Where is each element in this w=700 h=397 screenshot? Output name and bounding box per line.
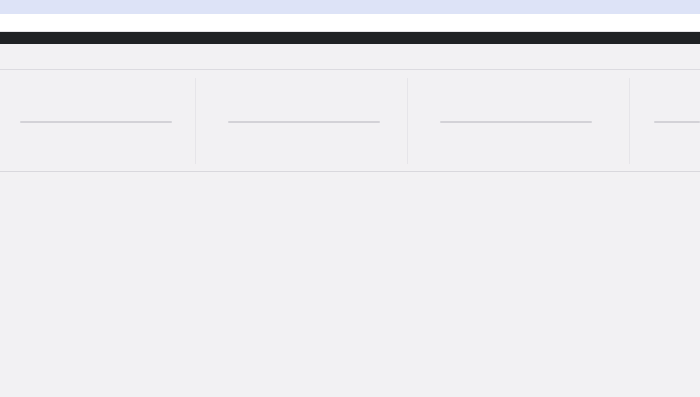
footer-left-text[interactable] bbox=[6, 386, 76, 394]
panel-1[interactable] bbox=[0, 70, 196, 171]
browser-top-right-text bbox=[572, 2, 692, 12]
panel-rule bbox=[440, 121, 592, 123]
nav-right-items[interactable] bbox=[580, 33, 690, 43]
panel-3[interactable] bbox=[408, 70, 630, 171]
panel-label bbox=[276, 90, 326, 104]
browser-tab[interactable] bbox=[0, 2, 12, 12]
panel-4[interactable] bbox=[630, 70, 700, 171]
address-bar-link-1[interactable] bbox=[592, 18, 616, 27]
address-bar-link-3[interactable] bbox=[672, 18, 696, 27]
panel-2[interactable] bbox=[196, 70, 408, 171]
sub-header-meta bbox=[496, 47, 696, 55]
address-bar-link-2[interactable] bbox=[632, 18, 656, 27]
panel-label bbox=[640, 90, 690, 104]
panel-rule bbox=[654, 121, 700, 123]
panel-label bbox=[492, 90, 542, 104]
panels-row bbox=[0, 70, 700, 172]
panel-label bbox=[70, 90, 120, 104]
address-bar-links bbox=[592, 18, 696, 27]
sub-header bbox=[0, 44, 700, 70]
top-navigation-bar bbox=[0, 32, 700, 44]
footer bbox=[0, 384, 700, 397]
nav-brand[interactable] bbox=[2, 33, 38, 43]
address-bar bbox=[0, 14, 700, 32]
breadcrumb[interactable] bbox=[0, 53, 44, 61]
panel-rule bbox=[20, 121, 172, 123]
url-text[interactable] bbox=[4, 18, 100, 27]
footer-right-text[interactable] bbox=[582, 386, 666, 394]
browser-top-strip bbox=[0, 0, 700, 14]
panel-rule bbox=[228, 121, 380, 123]
